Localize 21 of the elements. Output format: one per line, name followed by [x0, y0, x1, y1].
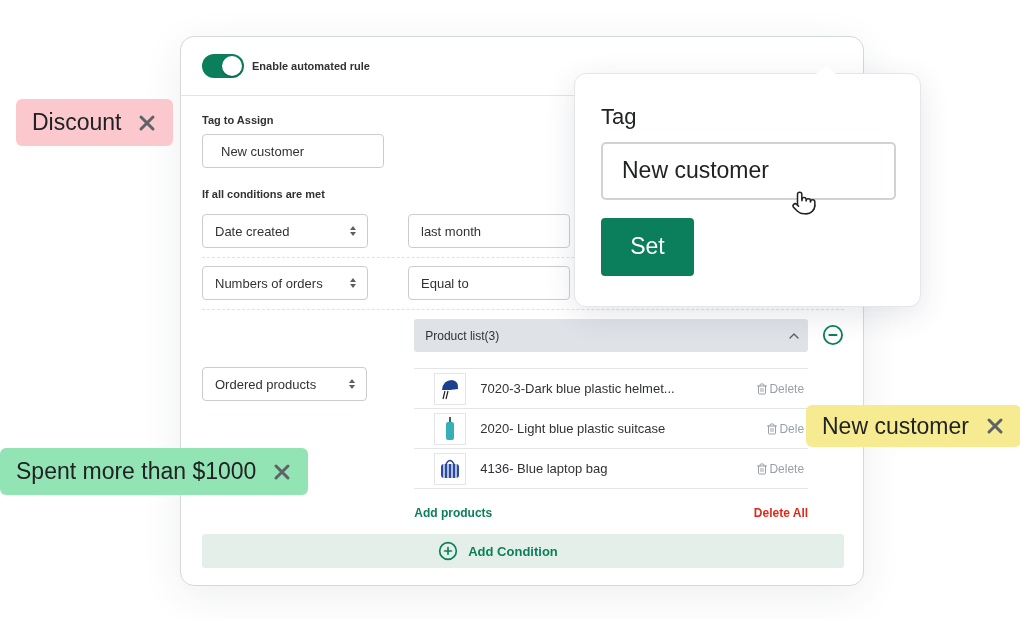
product-list-header[interactable]: Product list(3) [414, 319, 809, 352]
tag-chip: Spent more than $1000 [0, 448, 309, 495]
product-name: 7020-3-Dark blue plastic helmet... [480, 381, 676, 396]
tag-input-field[interactable]: New customer [202, 134, 384, 168]
add-condition-button[interactable]: Add Condition [202, 534, 844, 568]
tag-chip: New customer [806, 405, 1020, 447]
condition-value-field[interactable]: last month [408, 214, 570, 248]
toggle-label: Enable automated rule [252, 60, 370, 72]
condition-select[interactable]: Date created [202, 214, 368, 248]
set-button[interactable]: Set [601, 217, 694, 276]
condition-select[interactable]: Ordered products [202, 367, 368, 401]
delete-all-link[interactable]: Delete All [753, 506, 809, 520]
add-products-link[interactable]: Add products [414, 506, 493, 520]
popover-label: Tag [601, 104, 638, 130]
condition-select[interactable]: Numbers of orders [202, 266, 368, 300]
product-name: 4136- Blue laptop bag [480, 461, 609, 476]
field-label: Tag to Assign [202, 114, 274, 126]
tag-chip: Discount [16, 99, 174, 146]
condition-value-field[interactable]: Equal to [408, 266, 570, 300]
product-name: 2020- Light blue plastic suitcase [480, 421, 667, 436]
section-label: If all conditions are met [202, 188, 325, 200]
